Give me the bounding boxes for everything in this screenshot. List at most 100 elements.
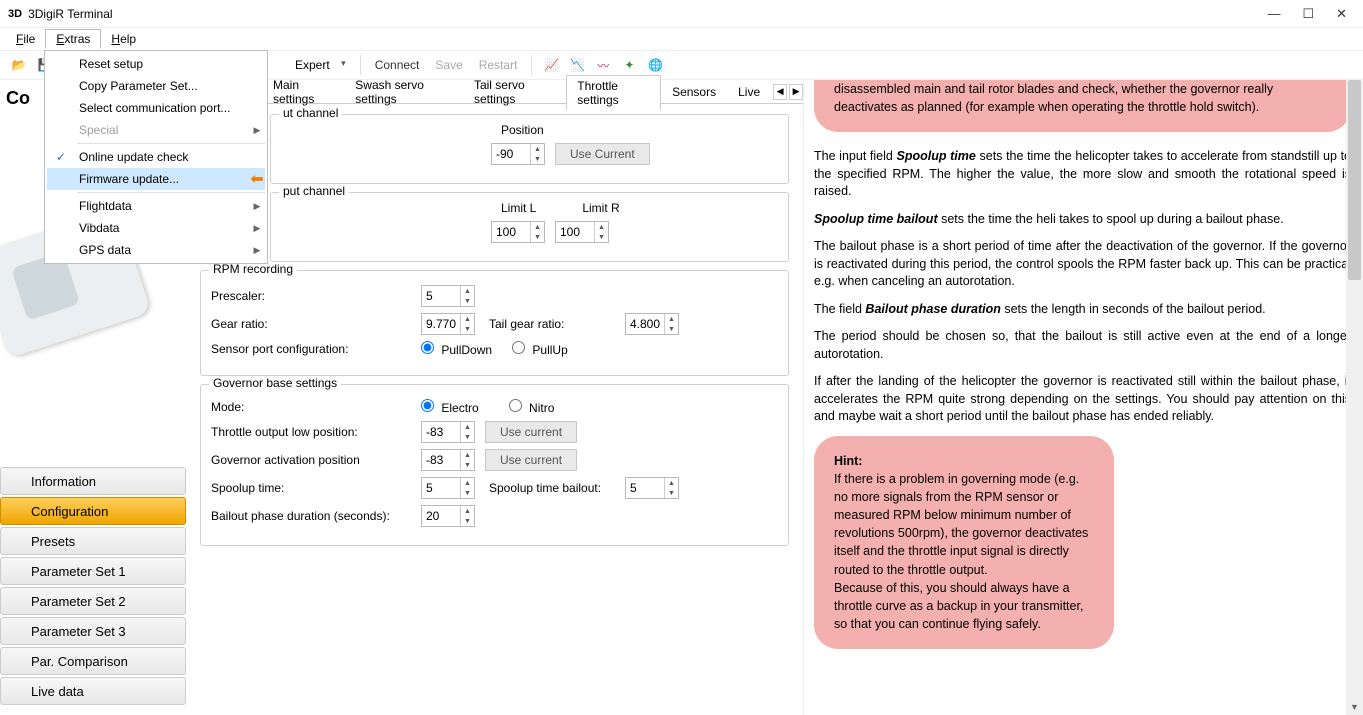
scrollbar-thumb[interactable] — [1348, 80, 1361, 280]
save-button[interactable]: Save — [429, 56, 468, 74]
chart1-icon[interactable]: 📈 — [540, 54, 562, 76]
app-logo: 3D — [8, 8, 22, 20]
nav-parameter-set-1[interactable]: Parameter Set 1 — [0, 557, 186, 585]
label-limit-r: Limit R — [582, 201, 619, 215]
label-mode: Mode: — [211, 400, 421, 414]
spoolup-input[interactable] — [422, 478, 460, 498]
spoolup-bailout-spinner[interactable]: ▲▼ — [625, 477, 679, 499]
label-tail-gear-ratio: Tail gear ratio: — [489, 317, 619, 331]
prescaler-spinner[interactable]: ▲▼ — [421, 285, 475, 307]
help-paragraph: If after the landing of the helicopter t… — [814, 373, 1351, 426]
use-current-button-2[interactable]: Use current — [485, 421, 577, 443]
menu-reset-setup[interactable]: Reset setup — [47, 53, 265, 75]
limit-r-spinner[interactable]: ▲▼ — [555, 221, 609, 243]
limit-r-input[interactable] — [556, 222, 594, 242]
label-limit-l: Limit L — [501, 201, 536, 215]
gear-ratio-spinner[interactable]: ▲▼ — [421, 313, 475, 335]
label-bailout-duration: Bailout phase duration (seconds): — [211, 509, 421, 523]
open-icon[interactable]: 📂 — [8, 54, 30, 76]
spoolup-spinner[interactable]: ▲▼ — [421, 477, 475, 499]
minimize-button[interactable]: — — [1267, 6, 1280, 22]
menu-select-com-port[interactable]: Select communication port... — [47, 97, 265, 119]
title-bar: 3D 3DigiR Terminal — ☐ ✕ — [0, 0, 1363, 28]
label-sensor-port: Sensor port configuration: — [211, 342, 421, 356]
label-throttle-low: Throttle output low position: — [211, 425, 421, 439]
chart4-icon[interactable]: ✦ — [618, 54, 640, 76]
menu-online-update-check[interactable]: ✓Online update check — [47, 146, 265, 168]
label-spoolup-bailout: Spoolup time bailout: — [489, 481, 619, 495]
position-input[interactable] — [492, 144, 530, 164]
group-output-channel: put channel Limit L Limit R ▲▼ ▲▼ — [270, 192, 789, 262]
vertical-scrollbar[interactable]: ▲ ▼ — [1346, 80, 1363, 715]
tab-scroll-left[interactable]: ◀ — [773, 84, 787, 100]
menu-copy-parameter-set[interactable]: Copy Parameter Set... — [47, 75, 265, 97]
bailout-duration-spinner[interactable]: ▲▼ — [421, 505, 475, 527]
bailout-duration-input[interactable] — [422, 506, 460, 526]
help-paragraph: The field Bailout phase duration sets th… — [814, 301, 1351, 319]
menu-gpsdata[interactable]: GPS data▶ — [47, 239, 265, 261]
help-panel: disassembled main and tail rotor blades … — [803, 80, 1363, 715]
menu-flightdata[interactable]: Flightdata▶ — [47, 195, 265, 217]
gov-activation-spinner[interactable]: ▲▼ — [421, 449, 475, 471]
menu-firmware-update[interactable]: Firmware update...⬅ — [47, 168, 265, 190]
nav-parameter-set-2[interactable]: Parameter Set 2 — [0, 587, 186, 615]
tab-throttle-settings[interactable]: Throttle settings — [566, 75, 661, 110]
tab-scroll-right[interactable]: ▶ — [789, 84, 803, 100]
restart-button[interactable]: Restart — [473, 56, 524, 74]
use-current-button-1[interactable]: Use Current — [555, 143, 650, 165]
throttle-low-input[interactable] — [422, 422, 460, 442]
nav-parameter-set-3[interactable]: Parameter Set 3 — [0, 617, 186, 645]
nav-configuration[interactable]: Configuration — [0, 497, 186, 525]
scroll-down-icon[interactable]: ▼ — [1346, 698, 1363, 715]
hint-box: Hint: If there is a problem in governing… — [814, 436, 1114, 649]
help-paragraph: The input field Spoolup time sets the ti… — [814, 148, 1351, 201]
radio-electro[interactable]: Electro — [421, 399, 479, 415]
nav-live-data[interactable]: Live data — [0, 677, 186, 705]
use-current-button-3[interactable]: Use current — [485, 449, 577, 471]
tab-strip: Main settings Swash servo settings Tail … — [262, 80, 803, 104]
menu-vibdata[interactable]: Vibdata▶ — [47, 217, 265, 239]
radio-pullup[interactable]: PullUp — [512, 341, 568, 357]
gear-ratio-input[interactable] — [422, 314, 460, 334]
nav-presets[interactable]: Presets — [0, 527, 186, 555]
mode-combo[interactable]: Expert — [287, 56, 352, 74]
throttle-low-spinner[interactable]: ▲▼ — [421, 421, 475, 443]
radio-pulldown[interactable]: PullDown — [421, 341, 492, 357]
spoolup-bailout-input[interactable] — [626, 478, 664, 498]
window-title: 3DigiR Terminal — [28, 7, 112, 21]
help-paragraph: Spoolup time bailout sets the time the h… — [814, 211, 1351, 229]
menu-extras[interactable]: Extras — [45, 29, 101, 49]
nav-information[interactable]: Information — [0, 467, 186, 495]
close-button[interactable]: ✕ — [1336, 6, 1347, 22]
tab-live[interactable]: Live — [727, 81, 771, 102]
tab-sensors[interactable]: Sensors — [661, 81, 727, 102]
label-spoolup: Spoolup time: — [211, 481, 421, 495]
limit-l-input[interactable] — [492, 222, 530, 242]
label-position: Position — [501, 123, 544, 137]
chart2-icon[interactable]: 📉 — [566, 54, 588, 76]
label-gov-activation: Governor activation position — [211, 453, 421, 467]
globe-icon[interactable]: 🌐 — [644, 54, 666, 76]
menu-bar: File Extras Help — [0, 28, 1363, 50]
page-title-fragment: Co — [6, 88, 30, 109]
tail-gear-ratio-input[interactable] — [626, 314, 664, 334]
group-input-channel: ut channel Position ▲▼ Use Current — [270, 114, 789, 184]
gov-activation-input[interactable] — [422, 450, 460, 470]
radio-nitro[interactable]: Nitro — [509, 399, 555, 415]
tail-gear-ratio-spinner[interactable]: ▲▼ — [625, 313, 679, 335]
nav-par-comparison[interactable]: Par. Comparison — [0, 647, 186, 675]
prescaler-input[interactable] — [422, 286, 460, 306]
warning-box-top: disassembled main and tail rotor blades … — [814, 80, 1351, 132]
extras-dropdown: Reset setup Copy Parameter Set... Select… — [44, 50, 268, 264]
menu-help[interactable]: Help — [101, 30, 146, 48]
maximize-button[interactable]: ☐ — [1302, 6, 1314, 22]
limit-l-spinner[interactable]: ▲▼ — [491, 221, 545, 243]
legend-input-channel: ut channel — [279, 106, 342, 120]
menu-file[interactable]: File — [6, 30, 45, 48]
chart3-icon[interactable]: 〰 — [592, 54, 614, 76]
menu-special[interactable]: Special▶ — [47, 119, 265, 141]
position-spinner[interactable]: ▲▼ — [491, 143, 545, 165]
connect-button[interactable]: Connect — [369, 56, 426, 74]
pointer-arrow-icon: ⬅ — [250, 171, 263, 188]
label-prescaler: Prescaler: — [211, 289, 421, 303]
